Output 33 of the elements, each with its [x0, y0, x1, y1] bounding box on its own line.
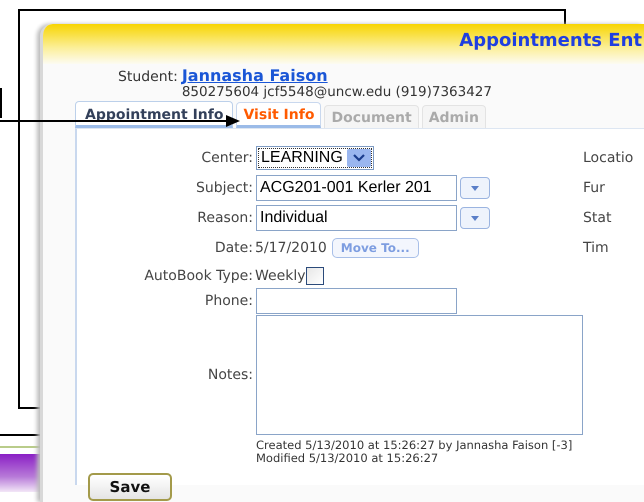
- dropdown[interactable]: LEARNING: [256, 146, 374, 170]
- caret-icon: [352, 154, 365, 162]
- audit-text: Modified 5/13/2010 at 15:26:27: [256, 452, 439, 465]
- window-title: Appointments Ent: [459, 30, 642, 51]
- field-label: Stat: [583, 210, 612, 226]
- field-label: Notes:: [206, 367, 253, 383]
- phone-field[interactable]: [256, 288, 457, 314]
- dropdown-button[interactable]: [460, 177, 490, 199]
- triangle-icon: [470, 184, 480, 192]
- combo-field[interactable]: Individual: [256, 205, 457, 231]
- student-link[interactable]: Jannasha Faison: [182, 67, 492, 85]
- tab[interactable]: Appointment Info: [75, 101, 234, 128]
- audit-text: Created 5/13/2010 at 15:26:27 by Jannasha Faison [-3]: [256, 439, 574, 452]
- save-button[interactable]: Save: [88, 473, 172, 501]
- combo-field[interactable]: ACG201-001 Kerler 201: [256, 175, 457, 201]
- notes-field[interactable]: [256, 315, 583, 435]
- field-label: Date:: [214, 240, 253, 256]
- dropdown-button[interactable]: [460, 207, 490, 229]
- field-label: Subject:: [194, 180, 253, 196]
- date-value: 5/17/2010: [255, 240, 327, 256]
- field-label: Phone:: [204, 292, 253, 308]
- field-label: Fur: [583, 180, 605, 196]
- triangle-icon: [470, 214, 480, 222]
- banner-strip: [0, 454, 40, 492]
- student-label: Student:: [118, 69, 178, 87]
- field-label: Tim: [583, 240, 609, 256]
- field-label: Center:: [200, 150, 253, 166]
- field-label: AutoBook Type:: [143, 268, 253, 284]
- field-label: Reason:: [196, 210, 253, 226]
- field-label: Locatio: [583, 150, 634, 166]
- checkbox[interactable]: [306, 266, 324, 284]
- option-label: Weekly: [255, 268, 306, 284]
- student-details: 850275604 jcf5548@uncw.edu (919)7363427: [182, 85, 492, 99]
